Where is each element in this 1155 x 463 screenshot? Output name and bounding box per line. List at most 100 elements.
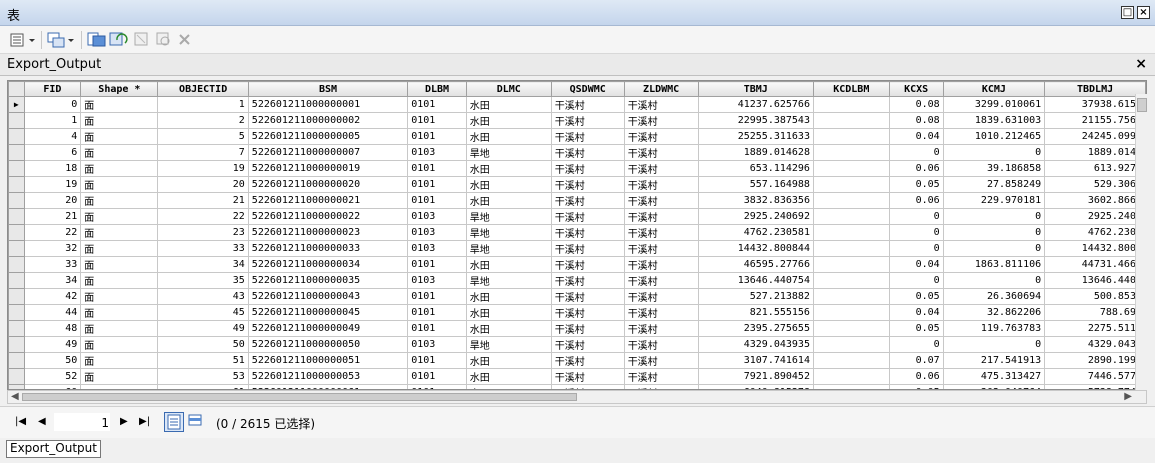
cell-shape[interactable]: 面 [80,112,159,129]
last-record-icon[interactable]: ▶| [139,416,150,427]
cell-dlbm[interactable]: 0101 [407,304,467,321]
cell-fid[interactable]: 1 [23,112,82,129]
table-row[interactable]: 4 面 5 522601211000000005 0101 水田 干溪村 干溪村 25255.3… [8,128,1146,145]
cell-tbmj[interactable]: 3832.836356 [697,192,814,209]
cell-bsm[interactable]: 522601211000000001 [247,96,409,113]
cell-kcxs[interactable]: 0 [888,144,944,161]
cell-kcxs[interactable]: 0.06 [888,160,944,177]
cell-objectid[interactable]: 19 [157,160,249,177]
cell-qsdwmc[interactable]: 干溪村 [550,368,625,385]
cell-kcmj[interactable]: 26.360694 [942,288,1046,305]
scroll-right-icon[interactable]: ▶ [1124,391,1132,403]
cell-fid[interactable]: 0 [23,96,82,113]
cell-kcmj[interactable]: 3299.010061 [942,96,1046,113]
cell-bsm[interactable]: 522601211000000051 [247,352,409,369]
cell-tbdlmj[interactable]: 24245.0991 [1044,128,1146,145]
cell-kcdlbm[interactable] [812,240,890,257]
cell-zldwmc[interactable]: 干溪村 [623,320,699,337]
cell-qsdwmc[interactable]: 干溪村 [550,192,625,209]
cell-shape[interactable]: 面 [80,96,159,113]
cell-kcxs[interactable]: 0.05 [888,176,944,193]
cell-dlbm[interactable]: 0101 [407,176,467,193]
row-selector[interactable] [8,336,25,353]
cell-tbmj[interactable]: 4329.043935 [697,336,814,353]
cell-dlmc[interactable]: 水田 [465,176,552,193]
cell-tbdlmj[interactable]: 4762.2305 [1044,224,1146,241]
cell-tbdlmj[interactable]: 37938.6157 [1044,96,1146,113]
table-row[interactable]: 21 面 22 522601211000000022 0103 旱地 干溪村 干溪村 2925.… [8,208,1146,225]
table-options-button[interactable] [9,31,37,49]
cell-zldwmc[interactable]: 干溪村 [623,240,699,257]
cell-kcxs[interactable]: 0.06 [888,192,944,209]
cell-kcmj[interactable]: 1839.631003 [942,112,1046,129]
cell-qsdwmc[interactable]: 干溪村 [550,336,625,353]
column-header-kcdlbm[interactable]: KCDLBM [812,81,890,97]
cell-kcmj[interactable]: 0 [942,272,1046,289]
cell-fid[interactable]: 18 [23,160,82,177]
cell-dlmc[interactable]: 旱地 [465,336,552,353]
cell-kcxs[interactable]: 0 [888,208,944,225]
cell-kcdlbm[interactable] [812,112,890,129]
cell-fid[interactable]: 50 [23,352,82,369]
cell-tbmj[interactable]: 3107.741614 [697,352,814,369]
cell-fid[interactable]: 44 [23,304,82,321]
cell-shape[interactable]: 面 [80,336,159,353]
cell-bsm[interactable]: 522601211000000043 [247,288,409,305]
column-header-kcmj[interactable]: KCMJ [942,81,1046,97]
cell-kcdlbm[interactable] [812,160,890,177]
cell-dlbm[interactable]: 0103 [407,208,467,225]
cell-kcmj[interactable]: 0 [942,240,1046,257]
column-header-dlmc[interactable]: DLMC [465,81,552,97]
table-row[interactable]: ▶ 0 面 1 522601211000000001 0101 水田 干溪村 干溪村 41237.… [8,96,1146,113]
cell-dlbm[interactable]: 0101 [407,128,467,145]
cell-dlbm[interactable]: 0101 [407,352,467,369]
cell-fid[interactable]: 4 [23,128,82,145]
row-selector[interactable] [8,240,25,257]
column-header-tbmj[interactable]: TBMJ [697,81,814,97]
cell-objectid[interactable]: 51 [157,352,249,369]
cell-dlmc[interactable]: 旱地 [465,208,552,225]
related-tables-button[interactable] [46,31,76,49]
cell-kcmj[interactable]: 27.858249 [942,176,1046,193]
horizontal-scrollbar[interactable]: ◀ ▶ [7,390,1147,404]
attribute-table[interactable]: FID Shape * OBJECTID BSM DLBM DLMC QSDWMC ZLDWM… [7,80,1147,390]
cell-dlbm[interactable]: 0101 [407,320,467,337]
cell-kcdlbm[interactable] [812,352,890,369]
cell-qsdwmc[interactable]: 干溪村 [550,144,625,161]
cell-fid[interactable]: 20 [23,192,82,209]
cell-tbmj[interactable]: 41237.625766 [697,96,814,113]
cell-zldwmc[interactable]: 干溪村 [623,304,699,321]
table-row[interactable]: 6 面 7 522601211000000007 0103 旱地 干溪村 干溪村 1889.01… [8,144,1146,161]
cell-qsdwmc[interactable]: 干溪村 [550,160,625,177]
table-row[interactable]: 52 面 53 522601211000000053 0101 水田 干溪村 干溪村 7921.… [8,368,1146,385]
cell-kcmj[interactable]: 0 [942,336,1046,353]
cell-tbdlmj[interactable]: 1889.0146 [1044,144,1146,161]
column-header-kcxs[interactable]: KCXS [888,81,944,97]
cell-kcxs[interactable]: 0.04 [888,128,944,145]
cell-kcxs[interactable]: 0 [888,224,944,241]
cell-shape[interactable]: 面 [80,128,159,145]
restore-button[interactable]: □ [1121,6,1134,19]
cell-kcmj[interactable]: 0 [942,224,1046,241]
cell-objectid[interactable]: 50 [157,336,249,353]
cell-tbdlmj[interactable]: 2275.5118 [1044,320,1146,337]
cell-kcdlbm[interactable] [812,96,890,113]
table-row[interactable]: 1 面 2 522601211000000002 0101 水田 干溪村 干溪村 22995.3… [8,112,1146,129]
cell-zldwmc[interactable]: 干溪村 [623,112,699,129]
cell-dlbm[interactable]: 0103 [407,224,467,241]
cell-dlbm[interactable]: 0101 [407,368,467,385]
cell-shape[interactable]: 面 [80,288,159,305]
cell-dlmc[interactable]: 水田 [465,320,552,337]
cell-qsdwmc[interactable]: 干溪村 [550,272,625,289]
column-header-fid[interactable]: FID [23,81,82,97]
scroll-left-icon[interactable]: ◀ [11,391,19,403]
cell-fid[interactable]: 33 [23,256,82,273]
cell-tbmj[interactable]: 14432.800844 [697,240,814,257]
cell-dlmc[interactable]: 水田 [465,288,552,305]
row-selector[interactable] [8,112,25,129]
cell-tbmj[interactable]: 25255.311633 [697,128,814,145]
row-selector[interactable] [8,256,25,273]
cell-dlbm[interactable]: 0103 [407,240,467,257]
table-row[interactable]: 32 面 33 522601211000000033 0103 旱地 干溪村 干溪村 14432… [8,240,1146,257]
cell-objectid[interactable]: 21 [157,192,249,209]
